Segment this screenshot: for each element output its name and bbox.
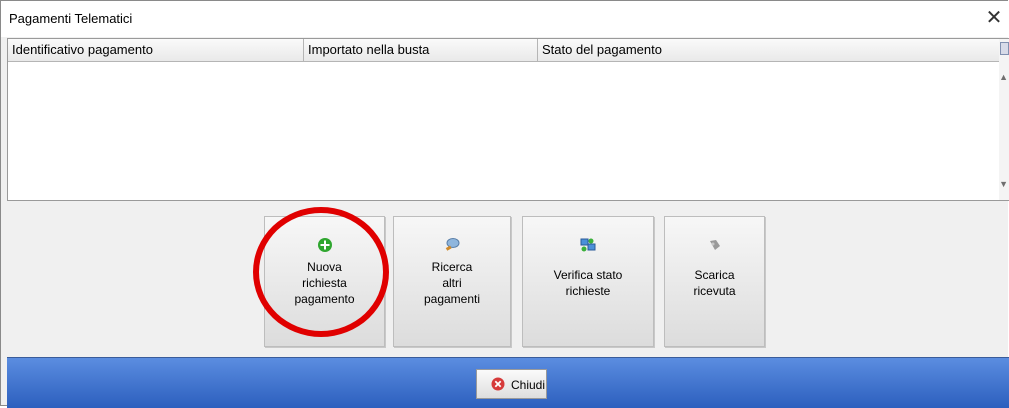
download-icon xyxy=(709,240,720,250)
close-button[interactable]: Chiudi xyxy=(476,369,547,399)
scroll-down-arrow-icon[interactable]: ▼ xyxy=(999,179,1008,189)
verify-requests-status-label: Verifica stato richieste xyxy=(553,268,623,298)
scroll-up-arrow-icon[interactable]: ▲ xyxy=(999,72,1008,82)
table-header: Identificativo pagamento Importato nella… xyxy=(8,39,1009,62)
column-header-importato[interactable]: Importato nella busta xyxy=(304,39,538,61)
window-title: Pagamenti Telematici xyxy=(9,11,133,26)
footer-bar: Chiudi xyxy=(7,357,1009,408)
column-chooser-icon[interactable] xyxy=(1000,42,1009,55)
search-other-payments-label: Ricerca altri pagamenti xyxy=(423,260,481,306)
download-receipt-label: Scarica ricevuta xyxy=(693,268,736,298)
plus-circle-icon xyxy=(317,238,332,252)
search-other-payments-button[interactable]: Ricerca altri pagamenti xyxy=(393,216,511,347)
new-payment-request-label: Nuova richiesta pagamento xyxy=(294,260,355,306)
new-payment-request-button[interactable]: Nuova richiesta pagamento xyxy=(264,216,385,347)
payments-window: Pagamenti Telematici ✕ Identificativo pa… xyxy=(0,0,1009,408)
download-receipt-button[interactable]: Scarica ricevuta xyxy=(664,216,765,347)
close-circle-icon xyxy=(491,377,505,391)
title-bar: Pagamenti Telematici ✕ xyxy=(1,1,1009,37)
close-button-label: Chiudi xyxy=(511,378,546,392)
column-header-stato[interactable]: Stato del pagamento xyxy=(538,39,1001,61)
close-window-icon[interactable]: ✕ xyxy=(983,7,1005,29)
search-icon xyxy=(445,238,460,251)
verify-requests-status-button[interactable]: Verifica stato richieste xyxy=(522,216,654,347)
payments-table[interactable]: Identificativo pagamento Importato nella… xyxy=(7,38,1009,201)
vertical-scrollbar[interactable]: ▲ ▼ xyxy=(999,39,1009,200)
network-computers-icon xyxy=(580,238,596,252)
column-header-identificativo[interactable]: Identificativo pagamento xyxy=(8,39,304,61)
